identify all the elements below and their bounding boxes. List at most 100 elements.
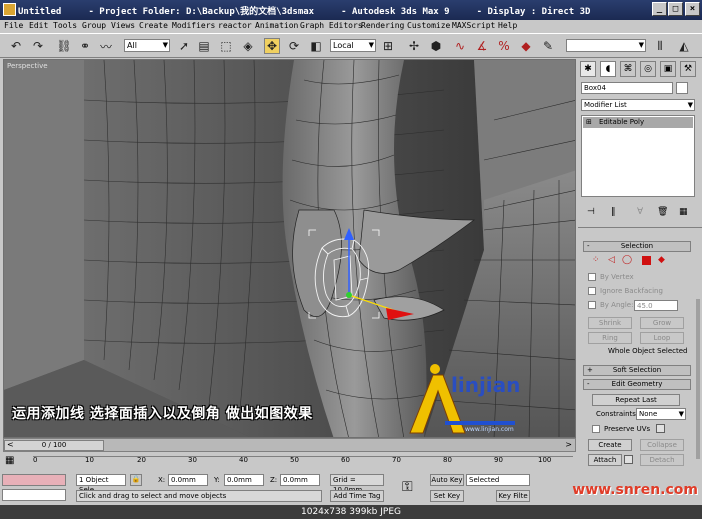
x-coordinate-field[interactable]: 0.0mm: [168, 474, 208, 486]
key-mode-dropdown[interactable]: Selected: [466, 474, 530, 486]
shrink-button[interactable]: Shrink: [588, 317, 632, 329]
utilities-tab-icon[interactable]: ⚒: [680, 61, 696, 77]
object-color-swatch[interactable]: [676, 82, 688, 94]
border-icon[interactable]: ◯: [622, 255, 632, 265]
snaps-toggle-icon[interactable]: ∿: [452, 38, 468, 54]
ring-button[interactable]: Ring: [588, 332, 632, 344]
mirror-icon[interactable]: ⫴: [652, 38, 668, 54]
pin-stack-icon[interactable]: ⊣: [587, 207, 595, 217]
menu-create[interactable]: Create: [139, 21, 168, 30]
lock-selection-icon[interactable]: 🔒: [130, 474, 142, 486]
remove-modifier-icon[interactable]: 🗑: [657, 207, 668, 217]
maxscript-input-mini[interactable]: [2, 489, 66, 501]
keyboard-shortcut-override-icon[interactable]: ⬢: [428, 38, 444, 54]
close-button[interactable]: ×: [685, 2, 700, 16]
named-selection-icon[interactable]: ✎: [540, 38, 556, 54]
attach-list-icon[interactable]: [624, 455, 633, 464]
minimize-button[interactable]: _: [652, 2, 667, 16]
menu-customize[interactable]: Customize: [407, 21, 450, 30]
ignore-backfacing-checkbox[interactable]: [588, 287, 596, 295]
maximize-button[interactable]: □: [668, 2, 683, 16]
reference-coordinate-dropdown[interactable]: Local ▼: [330, 39, 376, 52]
select-link-icon[interactable]: ⛓: [56, 38, 72, 54]
spinner-snap-icon[interactable]: ◆: [518, 38, 534, 54]
vertex-icon[interactable]: ⁘: [592, 255, 600, 265]
menu-views[interactable]: Views: [111, 21, 135, 30]
time-slider[interactable]: 0 / 100 < >: [3, 438, 576, 452]
track-bar[interactable]: ▦ 0 10 20 30 40 50 60 70 80 90 100: [3, 453, 576, 471]
grow-button[interactable]: Grow: [640, 317, 684, 329]
edge-icon[interactable]: ◁: [608, 255, 615, 265]
key-icon[interactable]: ⚿: [402, 479, 413, 495]
preserve-uvs-settings-icon[interactable]: [656, 424, 665, 433]
create-tab-icon[interactable]: ✱: [580, 61, 596, 77]
selection-rollout-header[interactable]: - Selection: [583, 241, 691, 252]
attach-button[interactable]: Attach: [588, 454, 622, 466]
undo-icon[interactable]: ↶: [8, 38, 24, 54]
y-coordinate-field[interactable]: 0.0mm: [224, 474, 264, 486]
make-unique-icon[interactable]: ∀: [637, 207, 643, 217]
command-panel-scrollbar[interactable]: [696, 299, 700, 459]
display-tab-icon[interactable]: ▣: [660, 61, 676, 77]
by-vertex-checkbox[interactable]: [588, 273, 596, 281]
menu-reactor[interactable]: reactor: [218, 21, 252, 30]
select-and-manipulate-icon[interactable]: ✢: [406, 38, 422, 54]
detach-button[interactable]: Detach: [640, 454, 684, 466]
menu-animation[interactable]: Animation: [255, 21, 298, 30]
angle-threshold-field[interactable]: 45.0: [634, 300, 678, 311]
time-slider-next-icon[interactable]: >: [565, 440, 572, 449]
motion-tab-icon[interactable]: ◎: [640, 61, 656, 77]
bind-space-warp-icon[interactable]: 〰: [98, 38, 114, 54]
time-slider-prev-icon[interactable]: <: [7, 440, 14, 449]
named-selection-sets-dropdown[interactable]: ▼: [566, 39, 646, 52]
align-icon[interactable]: ◭: [676, 38, 692, 54]
pivot-center-icon[interactable]: ⊞: [380, 38, 396, 54]
menu-graph-editors[interactable]: Graph Editors: [300, 21, 363, 30]
stack-expand-icon[interactable]: ⊞: [586, 118, 592, 126]
select-by-name-icon[interactable]: ▤: [196, 38, 212, 54]
rectangular-selection-icon[interactable]: ⬚: [218, 38, 234, 54]
modifier-list-dropdown[interactable]: Modifier List ▼: [581, 99, 695, 111]
set-key-button[interactable]: Set Key: [430, 490, 464, 502]
angle-snap-icon[interactable]: ∡: [474, 38, 490, 54]
loop-button[interactable]: Loop: [640, 332, 684, 344]
create-button[interactable]: Create: [588, 439, 632, 451]
configure-modifier-sets-icon[interactable]: ▦: [679, 207, 688, 217]
time-slider-thumb[interactable]: 0 / 100: [4, 440, 104, 451]
constraints-dropdown[interactable]: None ▼: [636, 408, 686, 420]
repeat-last-button[interactable]: Repeat Last: [592, 394, 680, 406]
collapse-button[interactable]: Collapse: [640, 439, 684, 451]
hierarchy-tab-icon[interactable]: ⌘: [620, 61, 636, 77]
edit-geometry-rollout-header[interactable]: - Edit Geometry: [583, 379, 691, 390]
select-object-icon[interactable]: ➚: [176, 38, 192, 54]
add-time-tag-button[interactable]: Add Time Tag: [330, 490, 384, 502]
menu-rendering[interactable]: Rendering: [361, 21, 404, 30]
select-and-scale-icon[interactable]: ◧: [308, 38, 324, 54]
menu-modifiers[interactable]: Modifiers: [172, 21, 215, 30]
menu-help[interactable]: Help: [498, 21, 517, 30]
viewport-label[interactable]: Perspective: [7, 62, 48, 70]
redo-icon[interactable]: ↷: [30, 38, 46, 54]
select-and-rotate-icon[interactable]: ⟳: [286, 38, 302, 54]
menu-edit[interactable]: Edit: [29, 21, 48, 30]
show-end-result-icon[interactable]: ‖: [611, 207, 616, 217]
unlink-icon[interactable]: ⚭: [77, 38, 93, 54]
stack-item-editable-poly[interactable]: ⊞ Editable Poly: [583, 117, 693, 128]
menu-file[interactable]: File: [4, 21, 23, 30]
menu-group[interactable]: Group: [82, 21, 106, 30]
by-angle-checkbox[interactable]: [588, 301, 596, 309]
maxscript-listener-mini[interactable]: [2, 474, 66, 486]
percent-snap-icon[interactable]: %: [496, 38, 512, 54]
window-crossing-icon[interactable]: ◈: [240, 38, 256, 54]
menu-tools[interactable]: Tools: [53, 21, 77, 30]
z-coordinate-field[interactable]: 0.0mm: [280, 474, 320, 486]
preserve-uvs-checkbox[interactable]: [592, 425, 600, 433]
soft-selection-rollout-header[interactable]: + Soft Selection: [583, 365, 691, 376]
select-and-move-icon[interactable]: ✥: [264, 38, 280, 54]
menu-maxscript[interactable]: MAXScript: [452, 21, 495, 30]
auto-key-button[interactable]: Auto Key: [430, 474, 464, 486]
element-icon[interactable]: ◆: [658, 255, 665, 265]
selection-filter-dropdown[interactable]: All ▼: [124, 39, 170, 52]
key-filters-button[interactable]: Key Filte: [496, 490, 530, 502]
polygon-icon[interactable]: [642, 256, 651, 265]
